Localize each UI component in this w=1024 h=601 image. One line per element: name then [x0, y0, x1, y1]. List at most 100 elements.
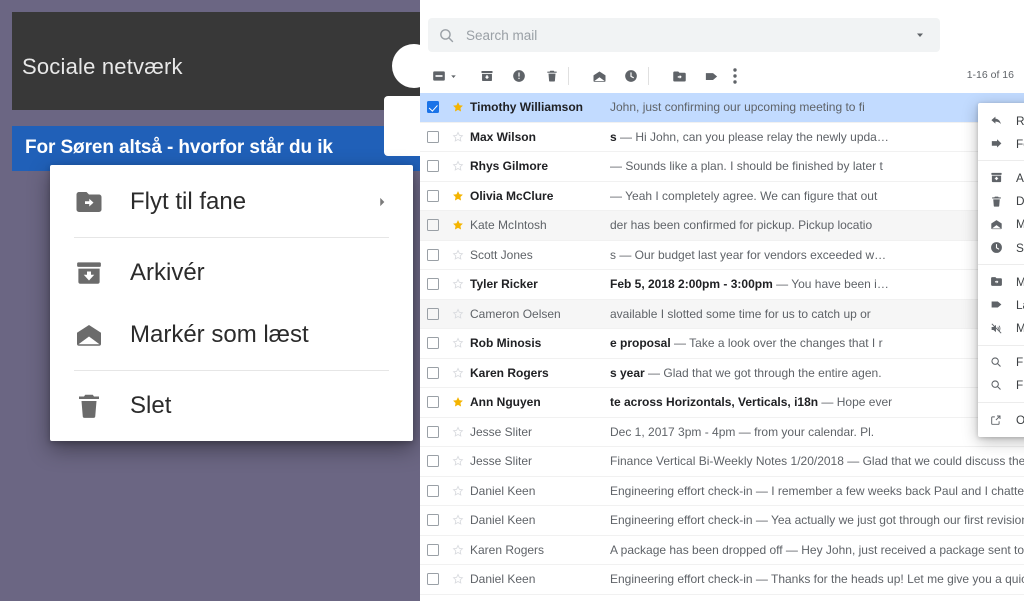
star-outline-icon[interactable] [446, 573, 470, 585]
row-checkbox[interactable] [420, 366, 446, 379]
mail-row[interactable]: Daniel Keen Engineering effort check-in —… [420, 565, 1024, 595]
mail-message: Feb 5, 2018 2:00pm - 3:00pm — You have b… [610, 277, 1024, 291]
context-menu-item-mark-as-unread[interactable]: Mark as unread [978, 213, 1024, 236]
row-checkbox[interactable] [420, 455, 446, 468]
mail-row[interactable]: Rhys Gilmore — Sounds like a plan. I shou… [420, 152, 1024, 182]
context-menu-item-mute[interactable]: Mute [978, 317, 1024, 340]
star-outline-icon[interactable] [446, 249, 470, 261]
mail-row[interactable]: Karen Rogers s year — Glad that we got th… [420, 358, 1024, 388]
context-menu-item-delete[interactable]: Delete [978, 190, 1024, 213]
row-checkbox[interactable] [420, 248, 446, 261]
mail-row[interactable]: Timothy Williamson John, just confirming … [420, 93, 1024, 123]
snooze-button[interactable] [620, 65, 642, 87]
context-menu-item-label: Delete [1016, 194, 1024, 209]
star-outline-icon[interactable] [446, 485, 470, 497]
context-menu-item-snooze[interactable]: Snooze [978, 236, 1024, 259]
mark-as-read-button[interactable] [588, 65, 610, 87]
mail-sender: Ann Nguyen [470, 395, 541, 410]
search-input[interactable] [464, 26, 900, 44]
select-all-dropdown[interactable] [447, 65, 459, 87]
mail-sender: Tyler Ricker [470, 277, 538, 292]
search-bar[interactable] [428, 18, 940, 52]
context-menu-item-reply[interactable]: Reply [978, 109, 1024, 132]
row-checkbox[interactable] [420, 543, 446, 556]
menu-item-flyt-til-fane[interactable]: Flyt til fane [50, 171, 413, 233]
mail-row[interactable]: Daniel Keen Engineering effort check-in —… [420, 476, 1024, 506]
context-menu-item-archive[interactable]: Archive [978, 166, 1024, 189]
mail-row[interactable]: Daniel Keen Engineering effort check-in —… [420, 506, 1024, 536]
menu-item-label: Arkivér [130, 259, 205, 286]
context-menu-item-label: Label as [1016, 297, 1024, 312]
mail-subject: Engineering effort check-in [610, 513, 753, 528]
mail-row[interactable]: Jesse Sliter Dec 1, 2017 3pm - 4pm — from… [420, 417, 1024, 447]
mail-row[interactable]: Scott Jones s — Our budget last year for … [420, 240, 1024, 270]
mail-snippet: — Glad that we could discuss the bu… [847, 454, 1024, 469]
row-checkbox[interactable] [420, 101, 446, 114]
context-menu-item-label: Find emails with this subject [1016, 378, 1024, 393]
row-checkbox[interactable] [420, 337, 446, 350]
row-checkbox[interactable] [420, 130, 446, 143]
gmail-context-menu[interactable]: Reply Forward Archive Delete Mark as unread S… [978, 103, 1024, 438]
row-checkbox[interactable] [420, 189, 446, 202]
mail-row[interactable]: Olivia McClure — Yeah I completely agree.… [420, 181, 1024, 211]
star-outline-icon[interactable] [446, 308, 470, 320]
row-checkbox[interactable] [420, 396, 446, 409]
context-menu-item-open-in-new-window[interactable]: Open in new window [978, 408, 1024, 431]
menu-separator [978, 402, 1024, 404]
context-menu-item-label-as[interactable]: Label as [978, 293, 1024, 316]
menu-item-marker-som-laest[interactable]: Markér som læst [50, 304, 413, 366]
report-spam-button[interactable] [508, 65, 530, 87]
star-outline-icon[interactable] [446, 160, 470, 172]
mail-list[interactable]: Timothy Williamson John, just confirming … [420, 93, 1024, 601]
mail-row[interactable]: Ann Nguyen te across Horizontals, Vertica… [420, 388, 1024, 418]
menu-item-slet[interactable]: Slet [50, 375, 413, 437]
star-filled-icon[interactable] [446, 396, 470, 408]
mail-snippet: John, just confirming our upcoming meeti… [610, 100, 865, 115]
star-outline-icon[interactable] [446, 514, 470, 526]
gmail-panel: 1-16 of 16 Timothy Williamson John, just … [420, 0, 1024, 601]
context-menu-item-find-emails-with-this-subject[interactable]: Find emails with this subject [978, 374, 1024, 397]
row-checkbox[interactable] [420, 160, 446, 173]
row-checkbox[interactable] [420, 425, 446, 438]
star-filled-icon[interactable] [446, 190, 470, 202]
delete-button[interactable] [541, 65, 563, 87]
star-outline-icon[interactable] [446, 367, 470, 379]
context-menu-item-forward[interactable]: Forward [978, 132, 1024, 155]
mail-row[interactable]: Kate McIntosh der has been confirmed for … [420, 211, 1024, 241]
row-checkbox[interactable] [420, 514, 446, 527]
row-checkbox[interactable] [420, 307, 446, 320]
menu-item-arkiver[interactable]: Arkivér [50, 242, 413, 304]
move-to-button[interactable] [668, 65, 690, 87]
more-options-button[interactable] [730, 65, 740, 87]
mail-row[interactable]: Max Wilson s — Hi John, can you please re… [420, 122, 1024, 152]
star-outline-icon[interactable] [446, 544, 470, 556]
star-outline-icon[interactable] [446, 455, 470, 467]
row-checkbox[interactable] [420, 278, 446, 291]
star-filled-icon[interactable] [446, 219, 470, 231]
mail-message: Engineering effort check-in — Yea actual… [610, 513, 1024, 527]
star-filled-icon[interactable] [446, 101, 470, 113]
search-icon [990, 379, 1016, 391]
danish-context-menu[interactable]: Flyt til fane Arkivér Markér som læst Sl… [50, 165, 413, 441]
mail-row[interactable]: Karen Rogers A package has been dropped o… [420, 535, 1024, 565]
row-checkbox[interactable] [420, 573, 446, 586]
row-checkbox[interactable] [420, 219, 446, 232]
chevron-down-icon[interactable] [900, 29, 940, 41]
star-outline-icon[interactable] [446, 278, 470, 290]
star-outline-icon[interactable] [446, 337, 470, 349]
mail-sender: Rhys Gilmore [470, 159, 549, 174]
mail-sender: Daniel Keen [470, 483, 536, 498]
star-outline-icon[interactable] [446, 131, 470, 143]
context-menu-item-move-to[interactable]: Move to [978, 270, 1024, 293]
mail-row[interactable]: Rob Minosis e proposal — Take a look over… [420, 329, 1024, 359]
mail-sender: Daniel Keen [470, 572, 536, 587]
mail-row[interactable]: Tyler Ricker Feb 5, 2018 2:00pm - 3:00pm … [420, 270, 1024, 300]
archive-button[interactable] [476, 65, 498, 87]
row-checkbox[interactable] [420, 484, 446, 497]
star-outline-icon[interactable] [446, 426, 470, 438]
mail-row[interactable]: Cameron Oelsen available I slotted some t… [420, 299, 1024, 329]
context-menu-item-find-emails-from-timothy-williamson[interactable]: Find emails from Timothy Williamson [978, 351, 1024, 374]
mail-row[interactable]: Jesse Sliter Finance Vertical Bi-Weekly N… [420, 447, 1024, 477]
pagination-count: 1-16 of 16 [966, 69, 1014, 81]
labels-button[interactable] [700, 65, 722, 87]
